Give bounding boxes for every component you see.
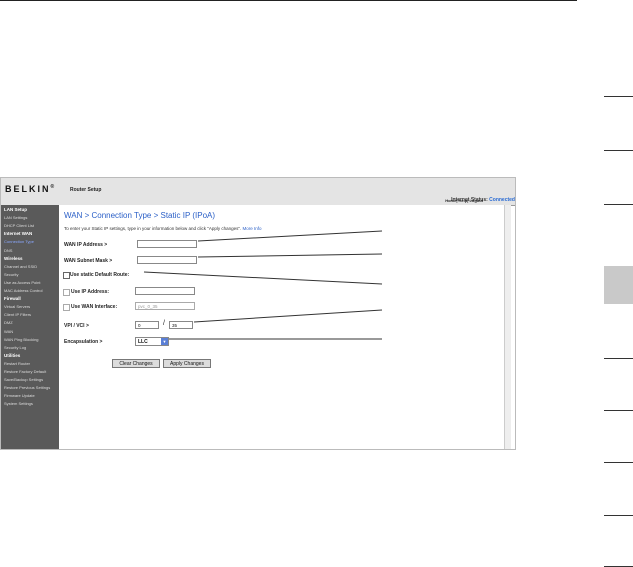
callout-line <box>193 309 383 323</box>
section-tab-line <box>604 462 633 463</box>
section-tab-line <box>604 150 633 151</box>
section-tab-line <box>604 515 633 516</box>
section-tab-line <box>604 358 633 359</box>
callout-line <box>197 253 383 258</box>
callout-lines <box>143 230 383 340</box>
section-tab-line <box>604 410 633 411</box>
section-tab-current <box>604 266 633 304</box>
router-ui-screenshot: BELKIN® Router Setup Home| Help| Logout … <box>0 177 516 450</box>
section-tab-line <box>604 96 633 97</box>
section-tab-line <box>604 204 633 205</box>
callout-line <box>143 271 383 285</box>
callout-line <box>197 230 383 242</box>
top-rule <box>0 0 577 1</box>
